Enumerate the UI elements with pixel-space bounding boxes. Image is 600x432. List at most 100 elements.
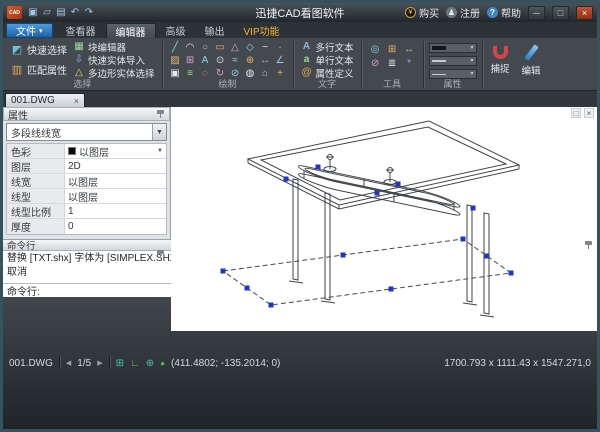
- entity-import-icon: ⇩: [73, 54, 85, 66]
- property-row-linetype[interactable]: 线型 以图层: [7, 189, 166, 204]
- settings-icon[interactable]: *: [401, 56, 418, 70]
- find-icon[interactable]: ◎: [367, 42, 384, 56]
- drawing-dimensions: 1700.793 x 1111.43 x 1547.271,0: [444, 358, 591, 369]
- layers-icon[interactable]: ≣: [384, 56, 401, 70]
- ribbon-group-text: A 多行文本 a 单行文本 @ 属性定义 文字: [296, 39, 359, 90]
- property-row-lineweight[interactable]: 线宽 以图层: [7, 174, 166, 189]
- group-separator: [423, 41, 424, 88]
- arc-icon[interactable]: ◠: [183, 41, 198, 54]
- doc-tab-close-icon[interactable]: ×: [74, 96, 79, 106]
- property-label: 色彩: [7, 144, 65, 158]
- osnap-mode-icon[interactable]: ⊕: [146, 358, 154, 369]
- page-next-icon[interactable]: ▶: [97, 359, 102, 367]
- linetype-chip: [432, 74, 446, 75]
- pencil-icon: [524, 44, 538, 60]
- page-prev-icon[interactable]: ◀: [66, 359, 71, 367]
- table-icon[interactable]: ⊞: [183, 54, 198, 67]
- caret-down-icon: ▾: [471, 45, 474, 51]
- circle-icon[interactable]: ○: [198, 41, 213, 54]
- close-button[interactable]: ×: [576, 6, 593, 20]
- property-label: 线型比例: [7, 204, 65, 218]
- selection-grips[interactable]: [221, 165, 514, 308]
- register-button[interactable]: ♟ 注册: [446, 5, 480, 20]
- single-text-button[interactable]: a 单行文本: [299, 53, 356, 66]
- pin-icon[interactable]: [584, 241, 593, 250]
- properties-panel-title: 属性: [8, 107, 28, 122]
- property-label: 线宽: [7, 174, 65, 188]
- multiline-text-button[interactable]: A 多行文本: [299, 40, 356, 53]
- caret-down-icon: ▾: [39, 27, 43, 35]
- tab-viewer[interactable]: 查看器: [57, 23, 105, 38]
- entity-type-selector[interactable]: 多段线线宽 ▼: [6, 123, 167, 141]
- tab-output[interactable]: 输出: [196, 23, 234, 38]
- buy-button[interactable]: ¥ 购买: [405, 5, 439, 20]
- mdi-restore-icon[interactable]: □: [571, 108, 581, 118]
- maximize-button[interactable]: □: [552, 6, 569, 20]
- color-selector[interactable]: ▾: [429, 43, 477, 53]
- block-editor-icon: ▦: [73, 41, 85, 53]
- print-icon[interactable]: ▤: [54, 6, 68, 20]
- status-separator: [59, 357, 60, 369]
- property-grid: 色彩 以图层 ▼ 图层 2D 线宽 以图层 线型 以图: [6, 143, 167, 235]
- selection-bounding-box: [223, 239, 511, 305]
- single-text-label: 单行文本: [316, 53, 354, 67]
- drawing-viewport[interactable]: □ ×: [171, 107, 597, 331]
- dropdown-arrow-icon[interactable]: ▼: [157, 148, 163, 154]
- property-row-layer[interactable]: 图层 2D: [7, 159, 166, 174]
- ortho-mode-icon[interactable]: ∟: [130, 358, 140, 369]
- coin-icon: ¥: [405, 7, 416, 18]
- rectangle-icon[interactable]: ▭: [213, 41, 228, 54]
- sketch-icon[interactable]: ≈: [228, 54, 243, 67]
- entity-import-label: 快速实体导入: [88, 53, 145, 67]
- property-row-linetype-scale[interactable]: 线型比例 1: [7, 204, 166, 219]
- undo-icon[interactable]: ↶: [68, 6, 82, 20]
- caret-down-icon: ▾: [471, 58, 474, 64]
- file-menu-label: 文件: [16, 23, 36, 38]
- minimize-button[interactable]: ─: [528, 6, 545, 20]
- lineweight-selector[interactable]: ▾: [429, 56, 477, 66]
- file-menu-button[interactable]: 文件 ▾: [6, 23, 53, 38]
- rhombus-icon[interactable]: ◇: [243, 41, 258, 54]
- calculator-icon[interactable]: ⊞: [384, 42, 401, 56]
- trim-icon[interactable]: ⊘: [367, 56, 384, 70]
- angular-dimension-icon[interactable]: ∠: [273, 54, 288, 67]
- pin-icon[interactable]: [156, 250, 165, 259]
- property-row-color[interactable]: 色彩 以图层 ▼: [7, 144, 166, 159]
- dropdown-arrow-icon[interactable]: ▼: [152, 124, 166, 140]
- tab-vip[interactable]: VIP功能: [235, 23, 289, 38]
- hatch-icon[interactable]: ▨: [168, 54, 183, 67]
- line-icon[interactable]: ╱: [168, 41, 183, 54]
- block-editor-label: 块编辑器: [88, 40, 126, 54]
- point-style-icon[interactable]: ⊕: [243, 54, 258, 67]
- measure-icon[interactable]: ↔: [401, 42, 418, 56]
- block-editor-button[interactable]: ▦ 块编辑器: [71, 40, 157, 53]
- spline-icon[interactable]: ~: [258, 41, 273, 54]
- doc-tab-001dwg[interactable]: 001.DWG ×: [5, 93, 85, 107]
- open-icon[interactable]: ▱: [40, 6, 54, 20]
- polygon-icon[interactable]: △: [228, 41, 243, 54]
- cad-drawing[interactable]: [171, 107, 597, 331]
- entity-import-button[interactable]: ⇩ 快速实体导入: [71, 53, 157, 66]
- ribbon-group-tools: ◎ ⊞ ↔ ⊘ ≣ * 工具: [364, 39, 421, 90]
- mdi-close-icon[interactable]: ×: [584, 108, 594, 118]
- donut-icon[interactable]: ⊙: [213, 54, 228, 67]
- help-button[interactable]: ? 帮助: [487, 5, 521, 20]
- ribbon-group-draw: ╱ ◠ ○ ▭ △ ◇ ~ · ▨ ⊞ A ⊙ ≈ ⊕ ↔ ∠ ▣ ≡ ◌ ↻: [165, 39, 291, 90]
- property-row-thickness[interactable]: 厚度 0: [7, 219, 166, 234]
- tab-advanced[interactable]: 高级: [157, 23, 195, 38]
- point-icon[interactable]: ·: [273, 41, 288, 54]
- grid-mode-icon[interactable]: ⊞: [116, 358, 124, 369]
- snap-button[interactable]: 捕捉: [485, 39, 516, 90]
- pin-icon[interactable]: [156, 110, 165, 119]
- linear-dimension-icon[interactable]: ↔: [258, 54, 273, 67]
- edit-button[interactable]: 编辑: [516, 39, 547, 90]
- save-icon[interactable]: ▣: [26, 6, 40, 20]
- quick-select-button[interactable]: ◩ 快速选择: [8, 40, 69, 60]
- text-icon[interactable]: A: [198, 54, 213, 67]
- status-file-name: 001.DWG: [9, 358, 53, 369]
- property-label: 图层: [7, 159, 65, 173]
- group-separator: [482, 41, 483, 88]
- redo-icon[interactable]: ↷: [82, 6, 96, 20]
- tab-editor[interactable]: 编辑器: [106, 23, 156, 38]
- command-panel-title: 命令行: [7, 238, 36, 252]
